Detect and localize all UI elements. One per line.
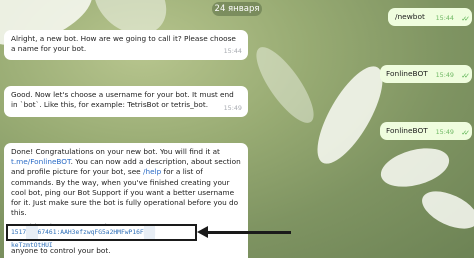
redacted-segment: ███ <box>26 226 38 239</box>
outgoing-message[interactable]: FonlineBOT 15:49 ✓✓ <box>380 122 472 140</box>
double-check-icon: ✓✓ <box>461 129 470 137</box>
double-check-icon: ✓✓ <box>461 72 470 80</box>
incoming-message[interactable]: Good. Now let's choose a username for yo… <box>4 86 248 117</box>
outgoing-message[interactable]: FonlineBOT 15:49 ✓✓ <box>380 65 472 83</box>
message-time: 15:49 <box>223 104 242 112</box>
arrow-shaft <box>207 231 291 234</box>
message-text: Done! Congratulations on your new bot. Y… <box>11 147 241 218</box>
background-petal <box>376 141 454 194</box>
message-text: Alright, a new bot. How are we going to … <box>11 34 236 53</box>
bot-link[interactable]: t.me/FonlineBOT <box>11 157 71 166</box>
message-time: 15:44 <box>223 47 242 55</box>
outgoing-message[interactable]: /newbot 15:44 ✓✓ <box>388 8 472 26</box>
message-text: FonlineBOT <box>386 69 428 78</box>
date-divider: 24 января <box>212 2 262 16</box>
help-command-link[interactable]: /help <box>143 167 161 176</box>
message-text: /newbot <box>395 12 425 21</box>
arrow-head <box>197 226 208 238</box>
redacted-segment: ███ <box>143 226 156 239</box>
message-time: 15:44 <box>435 14 454 22</box>
message-time: 15:49 <box>435 71 454 79</box>
api-token-code[interactable]: 1517███67461:AAH3efzwqFG5a2HMFwP16F███ke… <box>6 224 197 249</box>
message-time: 15:49 <box>435 128 454 136</box>
background-petal <box>416 183 474 237</box>
incoming-message[interactable]: Alright, a new bot. How are we going to … <box>4 30 248 60</box>
background-petal <box>246 39 324 131</box>
double-check-icon: ✓✓ <box>461 15 470 23</box>
message-text: FonlineBOT <box>386 126 428 135</box>
message-text: Good. Now let's choose a username for yo… <box>11 90 234 109</box>
